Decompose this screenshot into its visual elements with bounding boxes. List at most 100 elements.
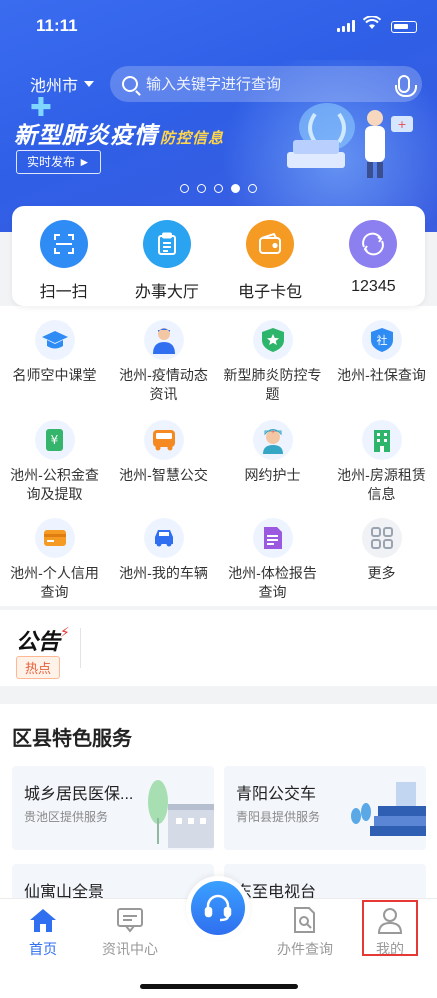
service-label: 池州-社保查询: [337, 367, 426, 383]
card-subtitle: 青阳县提供服务: [236, 810, 321, 824]
service-label: 池州-体检报告查询: [228, 565, 317, 600]
announcement-logo-text: 公告: [16, 629, 61, 654]
tab-home[interactable]: 首页: [3, 905, 83, 959]
home-indicator: [140, 984, 298, 989]
announcement-bar[interactable]: 公告⚡ 热点: [0, 610, 437, 686]
service-label: 网约护士: [244, 467, 301, 483]
carousel-dot-active[interactable]: [231, 184, 240, 193]
hot-tag: 热点: [16, 656, 61, 679]
service-label: 新型肺炎防控专题: [223, 367, 322, 402]
quick-action-label: 电子卡包: [238, 284, 303, 301]
selection-highlight: [362, 900, 418, 956]
service-pneumonia-topic[interactable]: 新型肺炎防控专题: [218, 320, 327, 404]
service-epidemic-news[interactable]: 池州-疫情动态资讯: [109, 320, 218, 404]
battery-icon: [391, 21, 417, 33]
service-online-nurse[interactable]: + 网约护士: [218, 420, 327, 485]
shield-check-icon: 社: [361, 320, 402, 360]
bus-icon: [143, 420, 184, 460]
district-card-qingyang-bus[interactable]: 青阳公交车 青阳县提供服务: [224, 766, 426, 850]
service-housing-rental[interactable]: 池州-房源租赁信息: [327, 420, 436, 504]
card-icon: [34, 518, 75, 558]
service-my-vehicle[interactable]: 池州-我的车辆: [109, 518, 218, 583]
message-icon: [115, 905, 145, 935]
books-illustration: [351, 782, 426, 836]
banner-title-main: 新型肺炎疫情: [14, 122, 158, 148]
service-more[interactable]: 更多: [327, 518, 436, 583]
divider: [80, 628, 81, 668]
home-icon: [28, 905, 58, 935]
carousel-dots[interactable]: [0, 184, 437, 193]
hospital-illustration: [148, 780, 214, 848]
car-icon: [143, 518, 184, 558]
service-label: 池州-智慧公交: [119, 467, 208, 483]
doctor-icon: [143, 320, 184, 360]
service-label: 池州-房源租赁信息: [337, 467, 426, 502]
tab-case-query[interactable]: 办件查询: [265, 905, 345, 959]
service-label: 名师空中课堂: [12, 367, 97, 383]
headset-icon: [191, 881, 245, 935]
service-smart-bus[interactable]: 池州-智慧公交: [109, 420, 218, 485]
quick-action-label: 扫一扫: [39, 284, 88, 301]
announcement-logo: 公告⚡: [16, 624, 70, 656]
svg-text:+: +: [397, 118, 406, 131]
microphone-icon[interactable]: [395, 75, 417, 97]
carousel-dot[interactable]: [248, 184, 257, 193]
search-icon: [122, 76, 138, 92]
district-card-medical-insurance[interactable]: 城乡居民医保... 贵池区提供服务: [12, 766, 214, 850]
report-icon: [252, 518, 293, 558]
tab-label: 资讯中心: [102, 941, 158, 957]
card-title: 青阳公交车: [236, 786, 317, 803]
quick-action-hotline[interactable]: 12345: [322, 206, 425, 306]
quick-action-label: 办事大厅: [134, 284, 199, 301]
doctor-illustration: +: [287, 103, 413, 178]
status-time: 11:11: [36, 16, 78, 35]
service-health-report[interactable]: 池州-体检报告查询: [218, 518, 327, 602]
wifi-icon: [362, 15, 382, 35]
tab-label: 办件查询: [277, 941, 333, 957]
search-input[interactable]: [146, 75, 398, 93]
quick-action-scan[interactable]: 扫一扫: [12, 206, 115, 306]
service-label: 池州-疫情动态资讯: [119, 367, 208, 402]
clipboard-icon: [142, 220, 191, 268]
card-subtitle: 贵池区提供服务: [24, 810, 109, 824]
fund-icon: ¥: [34, 420, 75, 460]
quick-action-wallet[interactable]: 电子卡包: [219, 206, 322, 306]
svg-text:社: 社: [376, 333, 387, 347]
service-online-class[interactable]: 名师空中课堂: [0, 320, 109, 385]
service-label: 池州-我的车辆: [119, 565, 208, 581]
scan-icon: [39, 220, 88, 268]
document-search-icon: [290, 905, 320, 935]
carousel-dot[interactable]: [180, 184, 189, 193]
lightning-icon: ⚡: [60, 624, 70, 640]
service-personal-credit[interactable]: 池州-个人信用查询: [0, 518, 109, 602]
card-title: 城乡居民医保...: [24, 786, 134, 803]
banner-title-sub: 防控信息: [160, 130, 225, 147]
building-icon: [361, 420, 402, 460]
service-label: 池州-公积金查询及提取: [10, 467, 99, 502]
service-label: 更多: [367, 565, 396, 581]
customer-service-button[interactable]: [186, 876, 250, 940]
hero-banner[interactable]: 11:11 池州市 ✚ 新型肺炎疫情防控信息 实时发布 ► +: [0, 0, 437, 232]
svg-text:+: +: [270, 429, 275, 436]
hotline-icon: [349, 220, 398, 268]
service-social-security[interactable]: 社 池州-社保查询: [327, 320, 436, 385]
service-housing-fund[interactable]: ¥ 池州-公积金查询及提取: [0, 420, 109, 504]
tab-news-center[interactable]: 资讯中心: [90, 905, 170, 959]
status-bar: 11:11: [0, 12, 437, 42]
carousel-dot[interactable]: [197, 184, 206, 193]
svg-text:¥: ¥: [50, 433, 58, 447]
banner-title: 新型肺炎疫情 防控信息: [14, 116, 224, 150]
service-label: 池州-个人信用查询: [10, 565, 99, 600]
wallet-icon: [246, 220, 295, 268]
tab-label: 首页: [29, 941, 57, 957]
quick-action-label: 12345: [351, 278, 396, 295]
realtime-release-button[interactable]: 实时发布 ►: [16, 150, 102, 174]
district-services: 区县特色服务 城乡居民医保... 贵池区提供服务 青阳公交车 青阳县提供服务 仙…: [0, 704, 437, 948]
signal-icon: [337, 20, 355, 32]
quick-action-service-hall[interactable]: 办事大厅: [115, 206, 218, 306]
section-title: 区县特色服务: [12, 728, 132, 750]
shield-star-icon: [252, 320, 293, 360]
carousel-dot[interactable]: [214, 184, 223, 193]
quick-actions: 扫一扫 办事大厅 电子卡包 12345: [12, 206, 425, 306]
nurse-icon: +: [252, 420, 293, 460]
